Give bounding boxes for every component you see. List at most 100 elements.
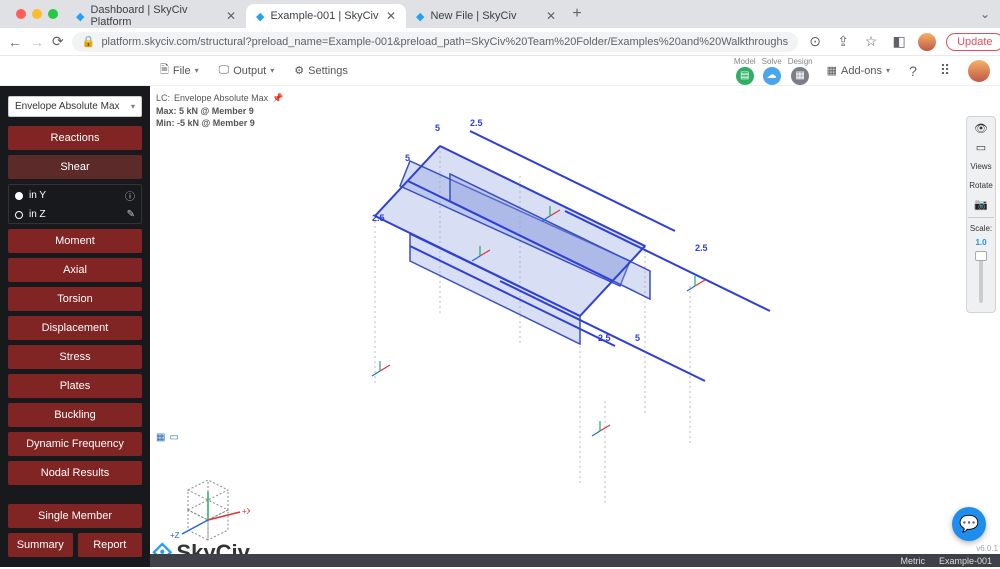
gear-icon: ⚙: [294, 64, 304, 77]
url-input[interactable]: 🔒 platform.skyciv.com/structural?preload…: [72, 32, 798, 52]
report-button[interactable]: Report: [78, 533, 143, 557]
radio-unselected-icon: [15, 211, 23, 219]
toggle-icon-2[interactable]: ▭: [169, 432, 178, 443]
tab-overflow-icon[interactable]: ⌄: [970, 7, 1000, 21]
svg-text:5: 5: [405, 153, 410, 163]
close-tab-icon[interactable]: ✕: [226, 9, 236, 23]
search-icon[interactable]: ⊙: [806, 33, 824, 51]
file-icon: 🗎: [160, 61, 169, 80]
shear-in-y-option[interactable]: in Y ⓘ: [9, 185, 141, 206]
view-toggles: ▦ ▭: [156, 432, 179, 443]
mode-badges: Model▤ Solve☁ Design▦: [734, 57, 813, 85]
address-bar: ← → ⟳ 🔒 platform.skyciv.com/structural?p…: [0, 28, 1000, 56]
visibility-tool[interactable]: 👁: [969, 120, 993, 136]
displacement-button[interactable]: Displacement: [8, 316, 142, 340]
help-icon[interactable]: ?: [904, 62, 922, 80]
reload-button[interactable]: ⟳: [52, 33, 64, 51]
axial-button[interactable]: Axial: [8, 258, 142, 282]
results-sidebar: Envelope Absolute Max ▾ Reactions Shear …: [0, 86, 150, 567]
single-member-button[interactable]: Single Member: [8, 504, 142, 528]
chevron-down-icon: ▾: [270, 66, 274, 75]
toggle-icon-1[interactable]: ▦: [156, 432, 165, 443]
browser-tab-1[interactable]: ◆ Dashboard | SkyCiv Platform ✕: [66, 4, 246, 28]
radio-selected-icon: [15, 192, 23, 200]
new-tab-button[interactable]: +: [566, 3, 588, 25]
update-button[interactable]: Update: [946, 33, 1000, 51]
scale-value: 1.0: [975, 237, 986, 248]
shear-in-z-option[interactable]: in Z ✎: [9, 206, 141, 223]
dynamic-frequency-button[interactable]: Dynamic Frequency: [8, 432, 142, 456]
model-badge[interactable]: ▤: [736, 67, 754, 85]
bookmark-icon[interactable]: ☆: [862, 33, 880, 51]
back-button[interactable]: ←: [8, 33, 22, 51]
chevron-down-icon: ▾: [131, 102, 135, 111]
svg-text:2.5: 2.5: [695, 243, 708, 253]
chevron-down-icon: ▾: [195, 66, 199, 75]
close-window-button[interactable]: [16, 9, 26, 19]
chevron-down-icon: ▾: [886, 66, 890, 75]
version-label: v6.0.1: [976, 544, 998, 553]
members-tool[interactable]: ▭: [969, 139, 993, 155]
url-text: platform.skyciv.com/structural?preload_n…: [101, 36, 788, 48]
shear-diagram: 5 2.5 5 2.5 2.5 5 2.5: [150, 86, 1000, 566]
load-combo-dropdown[interactable]: Envelope Absolute Max ▾: [8, 96, 142, 117]
file-menu[interactable]: 🗎 File ▾: [160, 61, 199, 80]
scale-slider[interactable]: [979, 253, 983, 303]
browser-tab-3[interactable]: ◆ New File | SkyCiv ✕: [406, 4, 566, 28]
reactions-button[interactable]: Reactions: [8, 126, 142, 150]
apps-icon[interactable]: ⠿: [936, 62, 954, 80]
shear-suboptions: in Y ⓘ in Z ✎: [8, 184, 142, 224]
close-tab-icon[interactable]: ✕: [546, 9, 556, 23]
plates-button[interactable]: Plates: [8, 374, 142, 398]
tab-title: Dashboard | SkyCiv Platform: [90, 4, 219, 28]
svg-text:+X: +X: [242, 507, 250, 516]
panel-icon[interactable]: ◧: [890, 33, 908, 51]
output-menu[interactable]: 🖵 Output ▾: [219, 64, 275, 77]
settings-menu[interactable]: ⚙ Settings: [294, 64, 348, 77]
close-tab-icon[interactable]: ✕: [386, 9, 396, 23]
svg-text:2.5: 2.5: [470, 118, 483, 128]
monitor-icon: 🖵: [219, 64, 230, 77]
svg-text:2.5: 2.5: [372, 213, 385, 223]
addons-menu[interactable]: ▦ Add-ons ▾: [827, 64, 890, 77]
nodal-results-button[interactable]: Nodal Results: [8, 461, 142, 485]
model-canvas[interactable]: LC: Envelope Absolute Max 📌 Max: 5 kN @ …: [150, 86, 1000, 567]
torsion-button[interactable]: Torsion: [8, 287, 142, 311]
shear-button[interactable]: Shear: [8, 155, 142, 179]
buckling-button[interactable]: Buckling: [8, 403, 142, 427]
summary-button[interactable]: Summary: [8, 533, 73, 557]
project-name[interactable]: Example-001: [939, 556, 992, 566]
design-badge[interactable]: ▦: [791, 67, 809, 85]
stress-button[interactable]: Stress: [8, 345, 142, 369]
minimize-window-button[interactable]: [32, 9, 42, 19]
grid-icon: ▦: [827, 64, 837, 77]
share-icon[interactable]: ⇪: [834, 33, 852, 51]
info-icon[interactable]: ⓘ: [125, 188, 135, 203]
orientation-widget[interactable]: +X +Z: [170, 472, 250, 547]
units-indicator[interactable]: Metric: [900, 556, 925, 566]
views-tool[interactable]: Views: [969, 158, 993, 174]
user-avatar[interactable]: [968, 60, 990, 82]
rotate-tool[interactable]: Rotate: [969, 177, 993, 193]
solve-badge[interactable]: ☁: [763, 67, 781, 85]
lock-icon: 🔒: [82, 35, 96, 48]
svg-text:2.5: 2.5: [598, 333, 611, 343]
svg-text:5: 5: [435, 123, 440, 133]
maximize-window-button[interactable]: [48, 9, 58, 19]
scale-slider-thumb[interactable]: [975, 251, 987, 261]
moment-button[interactable]: Moment: [8, 229, 142, 253]
browser-tab-strip: ◆ Dashboard | SkyCiv Platform ✕ ◆ Exampl…: [0, 0, 1000, 28]
tab-title: New File | SkyCiv: [430, 10, 516, 22]
chat-button[interactable]: 💬: [952, 507, 986, 541]
svg-text:5: 5: [635, 333, 640, 343]
tab-title: Example-001 | SkyCiv: [270, 10, 378, 22]
edit-icon[interactable]: ✎: [127, 209, 135, 220]
window-controls: [8, 9, 66, 19]
screenshot-tool[interactable]: 📷: [969, 196, 993, 212]
scale-label: Scale:: [970, 223, 992, 234]
browser-tab-2[interactable]: ◆ Example-001 | SkyCiv ✕: [246, 4, 406, 28]
profile-avatar[interactable]: [918, 33, 936, 51]
forward-button[interactable]: →: [30, 33, 44, 51]
status-bar: Metric Example-001: [150, 554, 1000, 567]
chat-icon: 💬: [959, 514, 979, 534]
